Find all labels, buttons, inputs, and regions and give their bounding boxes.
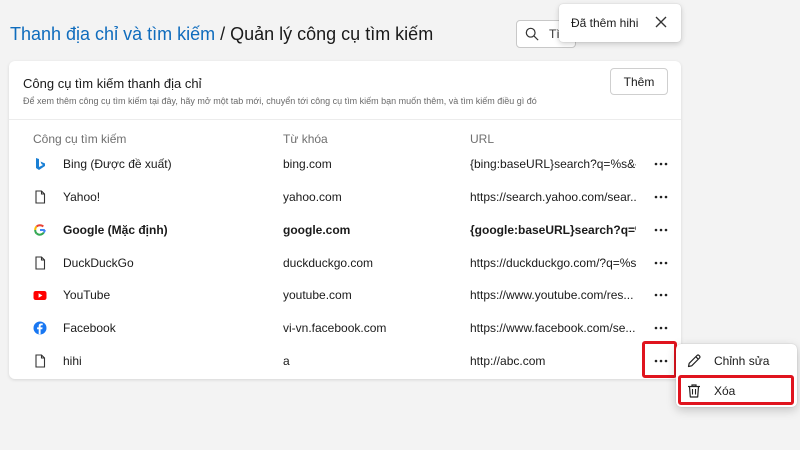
breadcrumb-parent-link[interactable]: Thanh địa chỉ và tìm kiếm bbox=[10, 24, 215, 45]
more-options-button[interactable] bbox=[649, 218, 673, 242]
card-description: Để xem thêm công cụ tìm kiếm tại đây, hã… bbox=[23, 96, 537, 106]
engine-url: https://search.yahoo.com/sear... bbox=[470, 190, 636, 204]
delete-item-highlight bbox=[678, 375, 794, 405]
page-icon bbox=[35, 354, 46, 368]
engine-url: {google:baseURL}search?q=%... bbox=[470, 223, 636, 237]
menu-item-edit-label: Chỉnh sửa bbox=[714, 354, 770, 368]
page-icon bbox=[35, 190, 46, 204]
more-button-highlight bbox=[642, 341, 677, 378]
divider bbox=[9, 119, 681, 120]
engine-name: DuckDuckGo bbox=[63, 256, 134, 270]
table-row: Google (Mặc định) google.com {google:bas… bbox=[9, 214, 681, 246]
engine-keyword: vi-vn.facebook.com bbox=[283, 321, 387, 335]
more-options-button[interactable] bbox=[649, 185, 673, 209]
more-options-button[interactable] bbox=[649, 152, 673, 176]
engine-keyword: youtube.com bbox=[283, 288, 352, 302]
engine-name: Bing (Được đề xuất) bbox=[63, 157, 172, 171]
more-icon bbox=[654, 162, 668, 166]
table-row: YouTube youtube.com https://www.youtube.… bbox=[9, 279, 681, 311]
engine-url: https://www.youtube.com/res... bbox=[470, 288, 634, 302]
close-icon[interactable] bbox=[655, 16, 667, 28]
menu-item-edit[interactable]: Chỉnh sửa bbox=[676, 346, 797, 376]
column-header-name: Công cụ tìm kiếm bbox=[33, 132, 127, 146]
table-row: hihi a http://abc.com bbox=[9, 345, 681, 377]
engine-url: {bing:baseURL}search?q=%s&{... bbox=[470, 157, 636, 171]
more-options-button[interactable] bbox=[649, 283, 673, 307]
engine-url: http://abc.com bbox=[470, 354, 546, 368]
breadcrumb-separator: / bbox=[220, 24, 226, 44]
search-engines-card: Công cụ tìm kiếm thanh địa chỉ Để xem th… bbox=[9, 61, 681, 379]
engine-name: Yahoo! bbox=[63, 190, 101, 204]
engine-keyword: a bbox=[283, 354, 290, 368]
engine-name: Google (Mặc định) bbox=[63, 223, 168, 237]
engine-url: https://www.facebook.com/se... bbox=[470, 321, 636, 335]
search-icon bbox=[525, 27, 539, 41]
engine-name: hihi bbox=[63, 354, 82, 368]
more-options-button[interactable] bbox=[649, 251, 673, 275]
facebook-icon bbox=[33, 321, 47, 335]
page-icon bbox=[35, 256, 46, 270]
table-row: Bing (Được đề xuất) bing.com {bing:baseU… bbox=[9, 148, 681, 180]
engine-name: Facebook bbox=[63, 321, 116, 335]
toast-message: Đã thêm hihi bbox=[571, 16, 639, 30]
table-row: DuckDuckGo duckduckgo.com https://duckdu… bbox=[9, 247, 681, 279]
engine-name: YouTube bbox=[63, 288, 111, 302]
add-button[interactable]: Thêm bbox=[610, 68, 668, 95]
more-icon bbox=[654, 261, 668, 265]
bing-icon bbox=[36, 158, 45, 170]
pencil-icon bbox=[687, 354, 701, 368]
more-icon bbox=[654, 195, 668, 199]
page-title: Quản lý công cụ tìm kiếm bbox=[230, 24, 434, 44]
toast-notification: Đã thêm hihi bbox=[559, 4, 681, 42]
youtube-icon bbox=[33, 291, 47, 300]
more-icon bbox=[654, 326, 668, 330]
breadcrumb: Thanh địa chỉ và tìm kiếm / Quản lý công… bbox=[10, 24, 433, 45]
table-row: Yahoo! yahoo.com https://search.yahoo.co… bbox=[9, 181, 681, 213]
engine-url: https://duckduckgo.com/?q=%s bbox=[470, 256, 636, 270]
more-icon bbox=[654, 293, 668, 297]
card-title: Công cụ tìm kiếm thanh địa chỉ bbox=[23, 76, 202, 91]
more-options-button[interactable] bbox=[649, 316, 673, 340]
engine-keyword: bing.com bbox=[283, 157, 332, 171]
engine-keyword: google.com bbox=[283, 223, 351, 237]
column-header-keyword: Từ khóa bbox=[283, 132, 328, 146]
engine-keyword: duckduckgo.com bbox=[283, 256, 374, 270]
engine-keyword: yahoo.com bbox=[283, 190, 342, 204]
column-header-url: URL bbox=[470, 132, 495, 146]
table-row: Facebook vi-vn.facebook.com https://www.… bbox=[9, 312, 681, 344]
google-icon bbox=[34, 224, 46, 236]
more-icon bbox=[654, 228, 668, 232]
